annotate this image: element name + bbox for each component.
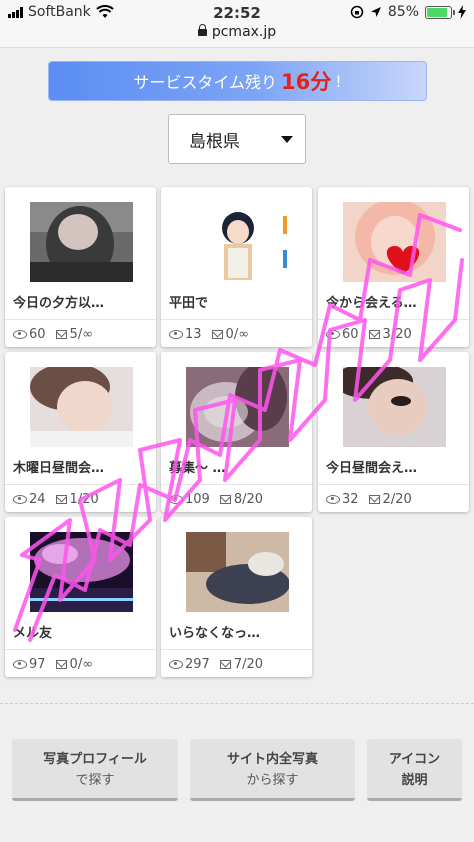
site-photos-search-button[interactable]: サイト内全写真 から探す [190,739,355,801]
post-card[interactable]: 今日の夕方以… 60 5/∞ [5,187,156,347]
caret-down-icon [281,136,293,143]
banner-suffix: ! [335,71,342,91]
post-card[interactable]: 募集〜 … 109 8/20 [161,352,312,512]
post-card[interactable]: 平田で 13 0/∞ [161,187,312,347]
post-title: 木曜日昼間会… [13,461,105,476]
eye-icon [169,330,183,339]
post-card[interactable]: 今日昼間会え… 32 2/20 [318,352,469,512]
battery-icon [425,5,455,19]
message-count: 5/∞ [69,327,94,342]
message-count: 2/20 [382,492,412,507]
view-count: 24 [29,492,46,507]
post-photo [343,367,446,447]
button-sublabel: で探す [75,773,115,788]
view-count: 297 [185,657,210,672]
orientation-lock-icon [350,5,364,19]
view-count: 32 [342,492,359,507]
browser-status-bar: SoftBank 22:52 85% pcmax.jp [0,0,474,48]
post-card[interactable]: 今から会える… 60 3/20 [318,187,469,347]
post-title: 今日昼間会え… [326,461,418,476]
post-card[interactable]: メル友 97 0/∞ [5,517,156,677]
message-count: 0/∞ [69,657,94,672]
post-photo [30,532,133,612]
mail-icon [55,330,67,339]
url-text: pcmax.jp [211,24,277,40]
view-count: 60 [29,327,46,342]
post-photo [30,367,133,447]
eye-icon [169,495,183,504]
banner-prefix: サービスタイム残り [133,73,278,92]
message-count: 1/20 [69,492,99,507]
post-photo [30,202,133,282]
post-title: 今から会える… [326,296,417,311]
view-count: 13 [185,327,202,342]
button-label: 説明 [401,773,428,788]
post-photo [186,532,289,612]
message-count: 7/20 [233,657,264,672]
view-count: 97 [29,657,46,672]
mail-icon [368,495,380,504]
post-title: 募集〜 … [169,461,226,476]
post-photo [343,202,446,282]
view-count: 60 [342,327,359,342]
banner-minutes: 16分 [281,70,332,94]
message-count: 0/∞ [225,327,250,342]
eye-icon [169,660,183,669]
button-label: アイコン [388,752,441,767]
section-divider [0,703,474,704]
view-count: 109 [185,492,210,507]
prefecture-select[interactable]: 島根県 [168,114,306,164]
post-photo [186,367,289,447]
post-title: いらなくなっ… [169,626,261,641]
battery-percent: 85% [387,4,419,20]
prefecture-value: 島根県 [189,131,240,152]
message-count: 8/20 [233,492,264,507]
post-title: 平田で [169,296,209,311]
button-label: サイト内全写真 [226,752,318,767]
mail-icon [219,495,231,504]
post-card[interactable]: いらなくなっ… 297 7/20 [161,517,312,677]
post-card[interactable]: 木曜日昼間会… 24 1/20 [5,352,156,512]
icon-help-button[interactable]: アイコン 説明 [367,739,462,801]
service-time-banner: サービスタイム残り 16分 ! [48,61,427,101]
button-label: 写真プロフィール [43,752,147,767]
mail-icon [211,330,223,339]
lock-icon [197,24,207,36]
eye-icon [326,330,340,339]
post-title: 今日の夕方以… [13,296,105,311]
mail-icon [368,330,380,339]
address-bar[interactable]: pcmax.jp [0,24,474,40]
mail-icon [55,660,67,669]
eye-icon [326,495,340,504]
mail-icon [55,495,67,504]
post-photo [186,202,289,282]
mail-icon [219,660,231,669]
location-icon [370,7,381,17]
message-count: 3/20 [382,327,412,342]
button-sublabel: から探す [246,773,299,788]
charging-icon [458,5,466,19]
eye-icon [13,495,27,504]
post-title: メル友 [13,626,53,641]
photo-profile-search-button[interactable]: 写真プロフィール で探す [12,739,178,801]
eye-icon [13,660,27,669]
eye-icon [13,330,27,339]
